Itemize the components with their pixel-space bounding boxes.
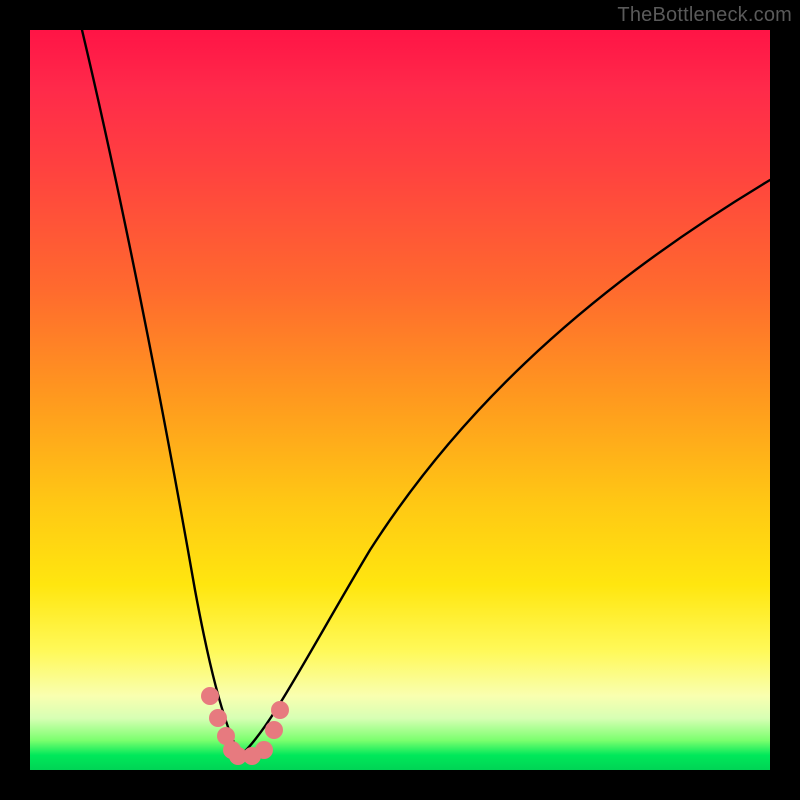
curve-layer xyxy=(30,30,770,770)
curve-left-branch xyxy=(82,30,240,756)
curve-right-branch xyxy=(240,180,770,756)
plot-area xyxy=(30,30,770,770)
valley-markers xyxy=(201,687,289,765)
chart-frame: TheBottleneck.com xyxy=(0,0,800,800)
watermark-text: TheBottleneck.com xyxy=(617,4,792,27)
